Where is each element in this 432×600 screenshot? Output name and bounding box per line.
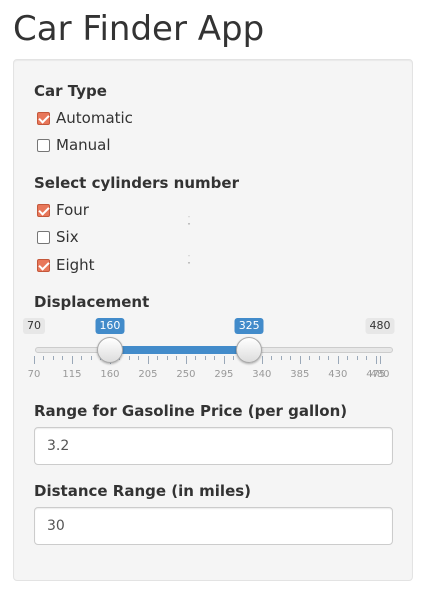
slider-tick-label: 295 — [214, 369, 234, 380]
slider-minor-tick — [138, 356, 140, 360]
slider-handle-to[interactable] — [236, 337, 263, 363]
car-type-label: Car Type — [34, 82, 107, 100]
slider-major-tick — [375, 356, 377, 364]
gas-price-label: Range for Gasoline Price (per gallon) — [34, 402, 348, 420]
slider-minor-tick — [280, 356, 282, 360]
slider-major-tick — [147, 356, 149, 364]
distance-input[interactable] — [34, 507, 393, 545]
slider-minor-tick — [62, 356, 64, 360]
slider-major-tick — [261, 356, 263, 364]
cylinders-six-checkbox[interactable]: Six — [37, 226, 79, 248]
slider-minor-tick — [166, 356, 168, 360]
slider-minor-tick — [176, 356, 178, 360]
slider-minor-tick — [309, 356, 311, 360]
cylinders-four-checkbox[interactable]: Four — [37, 199, 89, 221]
slider-major-tick — [223, 356, 225, 364]
slider-minor-tick — [347, 356, 349, 360]
slider-minor-tick — [271, 356, 273, 360]
slider-tick-label: 480 — [370, 369, 390, 380]
slider-tick-label: 430 — [328, 369, 348, 380]
slider-minor-tick — [128, 356, 130, 360]
displacement-slider-selected-range[interactable] — [109, 346, 250, 354]
slider-minor-tick — [81, 356, 83, 360]
checkbox-unchecked-icon[interactable] — [37, 138, 50, 152]
checkbox-label: Six — [56, 228, 79, 246]
checkbox-label: Four — [56, 201, 89, 219]
slider-major-tick — [337, 356, 339, 364]
checkbox-label: Manual — [56, 136, 111, 154]
resize-arrows-icon[interactable]: ˙ ˇ — [185, 256, 193, 270]
checkbox-checked-icon[interactable] — [37, 203, 50, 217]
slider-minor-tick — [195, 356, 197, 360]
slider-major-tick — [299, 356, 301, 364]
slider-major-tick — [71, 356, 73, 364]
slider-tick-label: 340 — [252, 369, 272, 380]
checkbox-checked-icon[interactable] — [37, 258, 50, 272]
resize-arrows-icon[interactable]: ˙ ˇ — [185, 217, 193, 231]
slider-major-tick — [380, 356, 381, 364]
slider-minor-tick — [328, 356, 330, 360]
slider-tick-label: 385 — [290, 369, 310, 380]
slider-tick-label: 70 — [27, 369, 41, 380]
gas-price-input[interactable] — [34, 427, 393, 465]
slider-to-label: 325 — [234, 318, 264, 334]
slider-minor-tick — [204, 356, 206, 360]
slider-min-label: 70 — [23, 318, 45, 334]
cylinders-label: Select cylinders number — [34, 174, 239, 192]
slider-tick-label: 250 — [176, 369, 196, 380]
car-type-automatic-checkbox[interactable]: Automatic — [37, 107, 133, 129]
slider-minor-tick — [366, 356, 368, 360]
slider-tick-label: 205 — [138, 369, 158, 380]
slider-minor-tick — [90, 356, 92, 360]
slider-minor-tick — [233, 356, 235, 360]
slider-major-tick — [185, 356, 187, 364]
sidebar-panel: Car Type Automatic Manual Select cylinde… — [13, 59, 413, 581]
car-type-manual-checkbox[interactable]: Manual — [37, 134, 111, 156]
slider-handle-from[interactable] — [96, 337, 123, 363]
slider-minor-tick — [43, 356, 45, 360]
slider-tick-label: 160 — [100, 369, 120, 380]
slider-minor-tick — [318, 356, 320, 360]
page-title: Car Finder App — [13, 9, 265, 49]
checkbox-checked-icon[interactable] — [37, 111, 50, 125]
slider-minor-tick — [356, 356, 358, 360]
slider-minor-tick — [214, 356, 216, 360]
slider-minor-tick — [290, 356, 292, 360]
displacement-label: Displacement — [34, 293, 150, 311]
checkbox-unchecked-icon[interactable] — [37, 230, 50, 244]
slider-tick-label: 475 — [366, 369, 386, 380]
slider-from-label: 160 — [95, 318, 125, 334]
slider-minor-tick — [157, 356, 159, 360]
cylinders-eight-checkbox[interactable]: Eight — [37, 254, 95, 276]
distance-label: Distance Range (in miles) — [34, 482, 252, 500]
checkbox-label: Automatic — [56, 109, 133, 127]
slider-tick-label: 115 — [62, 369, 82, 380]
checkbox-label: Eight — [56, 256, 95, 274]
slider-major-tick — [34, 356, 35, 364]
slider-minor-tick — [52, 356, 54, 360]
slider-max-label: 480 — [365, 318, 395, 334]
